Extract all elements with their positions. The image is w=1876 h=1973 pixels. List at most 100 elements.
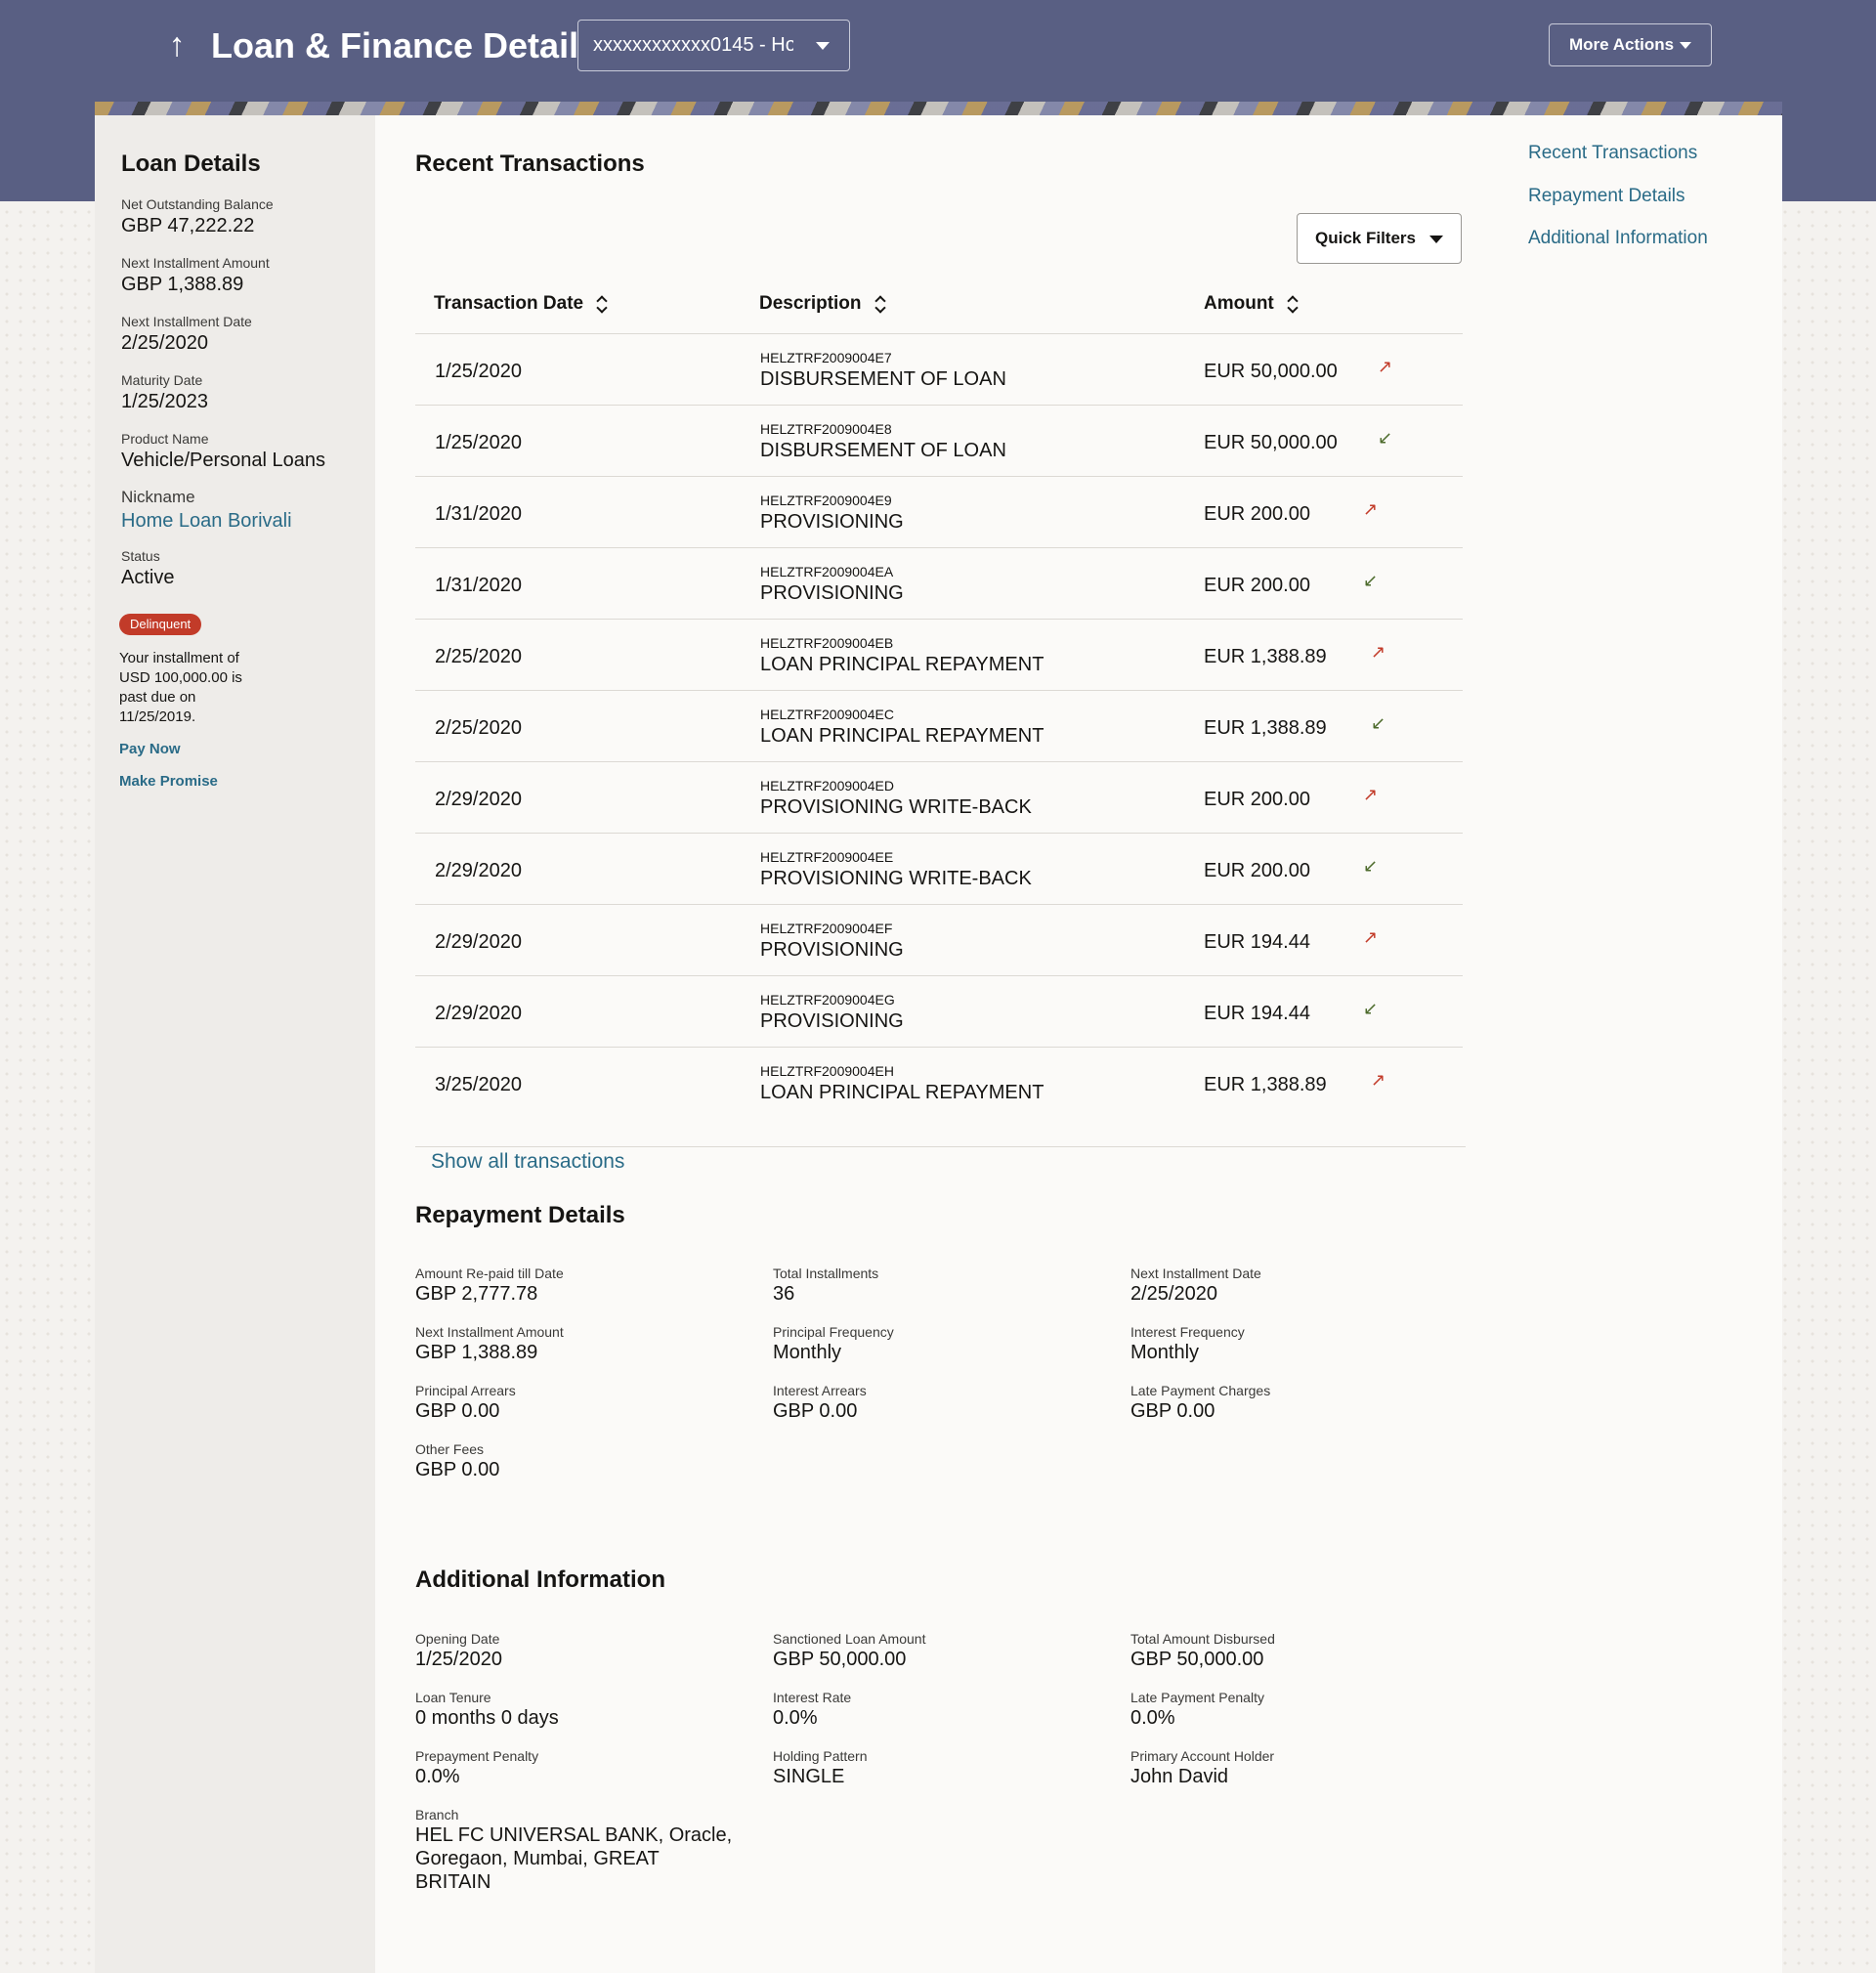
field-value: GBP 50,000.00 bbox=[773, 1649, 907, 1670]
additional-field: Sanctioned Loan Amount GBP 50,000.00 bbox=[773, 1630, 925, 1671]
tx-description: LOAN PRINCIPAL REPAYMENT bbox=[760, 654, 1045, 675]
additional-field: Total Amount Disbursed GBP 50,000.00 bbox=[1130, 1630, 1275, 1671]
nickname-link[interactable]: Home Loan Borivali bbox=[121, 508, 292, 534]
tx-date: 2/29/2020 bbox=[435, 931, 522, 953]
field-value: 0.0% bbox=[415, 1766, 460, 1787]
tx-amount: EUR 194.44 bbox=[1204, 1003, 1310, 1024]
decorative-stripe bbox=[95, 102, 1782, 115]
additional-field-branch: Branch HEL FC UNIVERSAL BANK, Oracle, Go… bbox=[415, 1806, 738, 1894]
table-divider bbox=[415, 1146, 1466, 1147]
tx-description: PROVISIONING WRITE-BACK bbox=[760, 796, 1032, 818]
tx-description: PROVISIONING bbox=[760, 511, 904, 533]
table-row[interactable]: 1/25/2020 HELZTRF2009004E7 DISBURSEMENT … bbox=[415, 333, 1463, 405]
field-value: Monthly bbox=[1130, 1342, 1200, 1363]
tx-reference: HELZTRF2009004EG bbox=[760, 992, 895, 1008]
table-row[interactable]: 2/25/2020 HELZTRF2009004EB LOAN PRINCIPA… bbox=[415, 619, 1463, 690]
table-row[interactable]: 2/29/2020 HELZTRF2009004EE PROVISIONING … bbox=[415, 833, 1463, 904]
column-header-amount[interactable]: Amount bbox=[1204, 291, 1300, 317]
column-header-description[interactable]: Description bbox=[759, 291, 887, 317]
tx-description: PROVISIONING bbox=[760, 582, 904, 604]
table-row[interactable]: 2/29/2020 HELZTRF2009004ED PROVISIONING … bbox=[415, 761, 1463, 833]
tx-reference: HELZTRF2009004E7 bbox=[760, 350, 892, 365]
table-row[interactable]: 3/25/2020 HELZTRF2009004EH LOAN PRINCIPA… bbox=[415, 1047, 1463, 1118]
column-header-label: Amount bbox=[1204, 293, 1274, 314]
field-label: Late Payment Penalty bbox=[1130, 1690, 1264, 1705]
sidebar-field-maturity-date: Maturity Date 1/25/2023 bbox=[121, 371, 208, 414]
field-value: GBP 2,777.78 bbox=[415, 1283, 538, 1305]
tx-date: 3/25/2020 bbox=[435, 1074, 522, 1095]
account-selector-value: xxxxxxxxxxxx0145 - Home Loan Borivali bbox=[593, 34, 793, 56]
credit-arrow-icon: ↙ bbox=[1363, 856, 1379, 876]
table-row[interactable]: 2/29/2020 HELZTRF2009004EF PROVISIONING … bbox=[415, 904, 1463, 975]
field-label: Status bbox=[121, 548, 160, 564]
field-label: Holding Pattern bbox=[773, 1748, 868, 1764]
field-label: Principal Arrears bbox=[415, 1383, 516, 1398]
caret-down-icon bbox=[1680, 42, 1691, 49]
field-label: Product Name bbox=[121, 431, 209, 447]
field-label: Total Amount Disbursed bbox=[1130, 1631, 1275, 1647]
account-selector[interactable]: xxxxxxxxxxxx0145 - Home Loan Borivali bbox=[577, 20, 850, 71]
field-value: 0.0% bbox=[773, 1707, 818, 1729]
recent-transactions-title: Recent Transactions bbox=[415, 150, 645, 177]
tx-amount: EUR 194.44 bbox=[1204, 931, 1310, 953]
field-value: GBP 47,222.22 bbox=[121, 215, 255, 236]
back-arrow-icon[interactable]: ↑ bbox=[162, 25, 192, 64]
credit-arrow-icon: ↙ bbox=[1363, 999, 1379, 1018]
delinquent-badge: Delinquent bbox=[119, 614, 202, 635]
tx-reference: HELZTRF2009004EC bbox=[760, 707, 894, 722]
repayment-details-title: Repayment Details bbox=[415, 1202, 625, 1228]
field-label: Late Payment Charges bbox=[1130, 1383, 1271, 1398]
main-card: Loan Details Net Outstanding Balance GBP… bbox=[95, 115, 1782, 1973]
field-label: Next Installment Date bbox=[121, 314, 252, 329]
make-promise-link[interactable]: Make Promise bbox=[119, 773, 218, 790]
sidebar-field-nickname: Nickname Home Loan Borivali bbox=[121, 487, 292, 534]
pay-now-link[interactable]: Pay Now bbox=[119, 741, 181, 757]
tx-date: 2/29/2020 bbox=[435, 1003, 522, 1024]
field-value: GBP 1,388.89 bbox=[415, 1342, 538, 1363]
additional-field: Primary Account Holder John David bbox=[1130, 1747, 1274, 1788]
field-value: 2/25/2020 bbox=[1130, 1283, 1217, 1305]
debit-arrow-icon: ↗ bbox=[1371, 642, 1386, 662]
caret-down-icon bbox=[816, 42, 830, 50]
field-label: Total Installments bbox=[773, 1265, 879, 1281]
field-label: Maturity Date bbox=[121, 372, 203, 388]
quick-filters-button[interactable]: Quick Filters bbox=[1297, 213, 1462, 264]
more-actions-button[interactable]: More Actions bbox=[1549, 23, 1712, 66]
nav-additional-information[interactable]: Additional Information bbox=[1528, 226, 1708, 251]
nav-recent-transactions[interactable]: Recent Transactions bbox=[1528, 141, 1697, 166]
tx-description: LOAN PRINCIPAL REPAYMENT bbox=[760, 725, 1045, 747]
nav-repayment-details[interactable]: Repayment Details bbox=[1528, 184, 1685, 209]
repayment-field: Total Installments 36 bbox=[773, 1265, 878, 1306]
table-row[interactable]: 1/31/2020 HELZTRF2009004EA PROVISIONING … bbox=[415, 547, 1463, 619]
sidebar-field-next-installment-date: Next Installment Date 2/25/2020 bbox=[121, 313, 252, 356]
field-label: Next Installment Amount bbox=[121, 255, 270, 271]
tx-reference: HELZTRF2009004E9 bbox=[760, 493, 892, 508]
debit-arrow-icon: ↗ bbox=[1363, 927, 1379, 947]
show-all-transactions-link[interactable]: Show all transactions bbox=[431, 1149, 624, 1175]
repayment-field: Amount Re-paid till Date GBP 2,777.78 bbox=[415, 1265, 564, 1306]
more-actions-label: More Actions bbox=[1569, 35, 1675, 54]
repayment-field: Interest Frequency Monthly bbox=[1130, 1323, 1245, 1364]
credit-arrow-icon: ↙ bbox=[1378, 428, 1393, 448]
credit-arrow-icon: ↙ bbox=[1363, 571, 1379, 590]
table-row[interactable]: 2/25/2020 HELZTRF2009004EC LOAN PRINCIPA… bbox=[415, 690, 1463, 761]
field-value: HEL FC UNIVERSAL BANK, Oracle, Goregaon,… bbox=[415, 1824, 733, 1893]
tx-amount: EUR 1,388.89 bbox=[1204, 646, 1327, 667]
column-header-transaction-date[interactable]: Transaction Date bbox=[434, 291, 609, 317]
quick-filters-label: Quick Filters bbox=[1315, 229, 1416, 247]
table-row[interactable]: 1/31/2020 HELZTRF2009004E9 PROVISIONING … bbox=[415, 476, 1463, 547]
tx-date: 2/25/2020 bbox=[435, 646, 522, 667]
tx-description: PROVISIONING WRITE-BACK bbox=[760, 868, 1032, 889]
tx-reference: HELZTRF2009004EF bbox=[760, 921, 893, 936]
field-label: Prepayment Penalty bbox=[415, 1748, 539, 1764]
field-value: 1/25/2023 bbox=[121, 391, 208, 412]
field-value: Active bbox=[121, 567, 175, 588]
debit-arrow-icon: ↗ bbox=[1363, 499, 1379, 519]
field-value: Vehicle/Personal Loans bbox=[121, 450, 326, 471]
table-row[interactable]: 1/25/2020 HELZTRF2009004E8 DISBURSEMENT … bbox=[415, 405, 1463, 476]
field-label: Opening Date bbox=[415, 1631, 500, 1647]
field-value: GBP 0.00 bbox=[415, 1400, 500, 1422]
tx-date: 2/29/2020 bbox=[435, 789, 522, 810]
table-row[interactable]: 2/29/2020 HELZTRF2009004EG PROVISIONING … bbox=[415, 975, 1463, 1047]
tx-date: 1/31/2020 bbox=[435, 503, 522, 525]
